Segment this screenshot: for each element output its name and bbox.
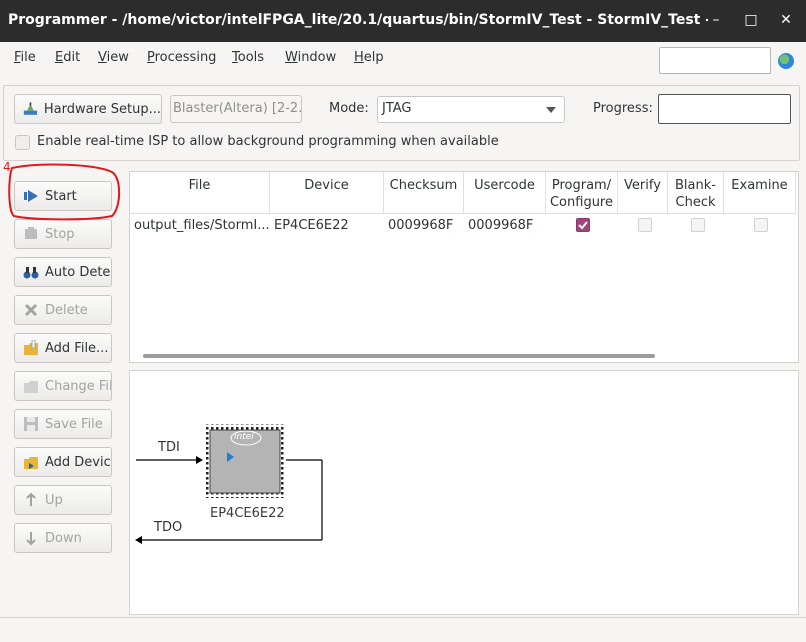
check-icon bbox=[578, 221, 588, 230]
cell-file[interactable]: output_files/StormI... bbox=[134, 218, 270, 233]
menu-file[interactable]: File bbox=[14, 50, 36, 65]
col-file[interactable]: File bbox=[130, 172, 270, 214]
down-button[interactable]: Down bbox=[14, 523, 112, 553]
add-device-icon bbox=[24, 457, 38, 469]
add-file-button[interactable]: Add File... bbox=[14, 333, 112, 363]
col-verify[interactable]: Verify bbox=[618, 172, 668, 214]
chevron-down-icon bbox=[546, 107, 556, 113]
binoculars-icon bbox=[23, 267, 39, 279]
search-input[interactable] bbox=[659, 47, 771, 74]
tdo-label: TDO bbox=[154, 520, 183, 535]
add-device-button[interactable]: Add Device... bbox=[14, 447, 112, 477]
device-table: File Device Checksum Usercode Program/Co… bbox=[129, 171, 799, 363]
hardware-setup-button[interactable]: Hardware Setup... bbox=[14, 94, 162, 124]
tdo-arrow-icon bbox=[135, 536, 142, 544]
annotation-mark: 4 bbox=[3, 160, 11, 174]
delete-button[interactable]: Delete bbox=[14, 295, 112, 325]
stop-icon bbox=[25, 227, 37, 239]
menu-window[interactable]: Window bbox=[285, 50, 336, 65]
tdi-arrow-icon bbox=[196, 456, 203, 464]
up-button[interactable]: Up bbox=[14, 485, 112, 515]
red-annotation-circle bbox=[8, 163, 121, 221]
mode-select[interactable]: JTAG bbox=[377, 96, 565, 123]
save-file-button[interactable]: Save File bbox=[14, 409, 112, 439]
status-bar bbox=[0, 617, 806, 642]
minimize-button[interactable]: – bbox=[706, 10, 726, 30]
progress-label: Progress: bbox=[593, 101, 653, 116]
tdi-label: TDI bbox=[158, 440, 180, 455]
menu-tools[interactable]: Tools bbox=[232, 50, 264, 65]
col-usercode[interactable]: Usercode bbox=[464, 172, 546, 214]
add-file-icon bbox=[24, 340, 38, 355]
program-configure-checkbox[interactable] bbox=[576, 218, 590, 232]
verify-checkbox[interactable] bbox=[638, 218, 652, 232]
cell-device[interactable]: EP4CE6E22 bbox=[274, 218, 384, 233]
change-file-icon bbox=[24, 381, 38, 393]
chip-name-label: EP4CE6E22 bbox=[210, 506, 285, 521]
chip-logo-text: intel bbox=[234, 432, 254, 442]
blank-check-checkbox[interactable] bbox=[691, 218, 705, 232]
col-program-configure[interactable]: Program/Configure bbox=[546, 172, 618, 214]
mode-label: Mode: bbox=[329, 101, 369, 116]
progress-bar bbox=[658, 94, 791, 124]
col-examine[interactable]: Examine bbox=[724, 172, 796, 214]
menu-view[interactable]: View bbox=[98, 50, 129, 65]
col-device[interactable]: Device bbox=[270, 172, 384, 214]
auto-detect-button[interactable]: Auto Detect bbox=[14, 257, 112, 287]
menu-processing[interactable]: Processing bbox=[147, 50, 216, 65]
hardware-icon bbox=[23, 102, 38, 115]
examine-checkbox[interactable] bbox=[754, 218, 768, 232]
change-file-button[interactable]: Change File... bbox=[14, 371, 112, 401]
col-checksum[interactable]: Checksum bbox=[384, 172, 464, 214]
hardware-value-field: Blaster(Altera) [2-2.2] bbox=[170, 95, 302, 123]
arrow-down-icon bbox=[26, 532, 36, 546]
cell-checksum: 0009968F bbox=[388, 218, 454, 233]
close-button[interactable]: ✕ bbox=[776, 10, 796, 30]
delete-x-icon bbox=[24, 303, 38, 317]
menu-edit[interactable]: Edit bbox=[55, 50, 80, 65]
jtag-chain-diagram: TDI TDO intel EP4CE6E22 bbox=[129, 370, 799, 615]
maximize-button[interactable]: □ bbox=[741, 10, 761, 30]
arrow-up-icon bbox=[26, 492, 36, 506]
isp-label: Enable real-time ISP to allow background… bbox=[37, 134, 499, 149]
table-horizontal-scrollbar[interactable] bbox=[143, 354, 655, 358]
col-blank-check[interactable]: Blank- Check bbox=[668, 172, 724, 214]
jtag-chain-svg bbox=[135, 424, 323, 544]
window-titlebar: Programmer - /home/victor/intelFPGA_lite… bbox=[0, 0, 806, 42]
globe-icon[interactable] bbox=[778, 53, 794, 69]
save-icon bbox=[24, 417, 38, 431]
isp-checkbox[interactable] bbox=[15, 135, 30, 150]
cell-usercode: 0009968F bbox=[468, 218, 534, 233]
window-title: Programmer - /home/victor/intelFPGA_lite… bbox=[8, 12, 708, 28]
menu-help[interactable]: Help bbox=[354, 50, 384, 65]
